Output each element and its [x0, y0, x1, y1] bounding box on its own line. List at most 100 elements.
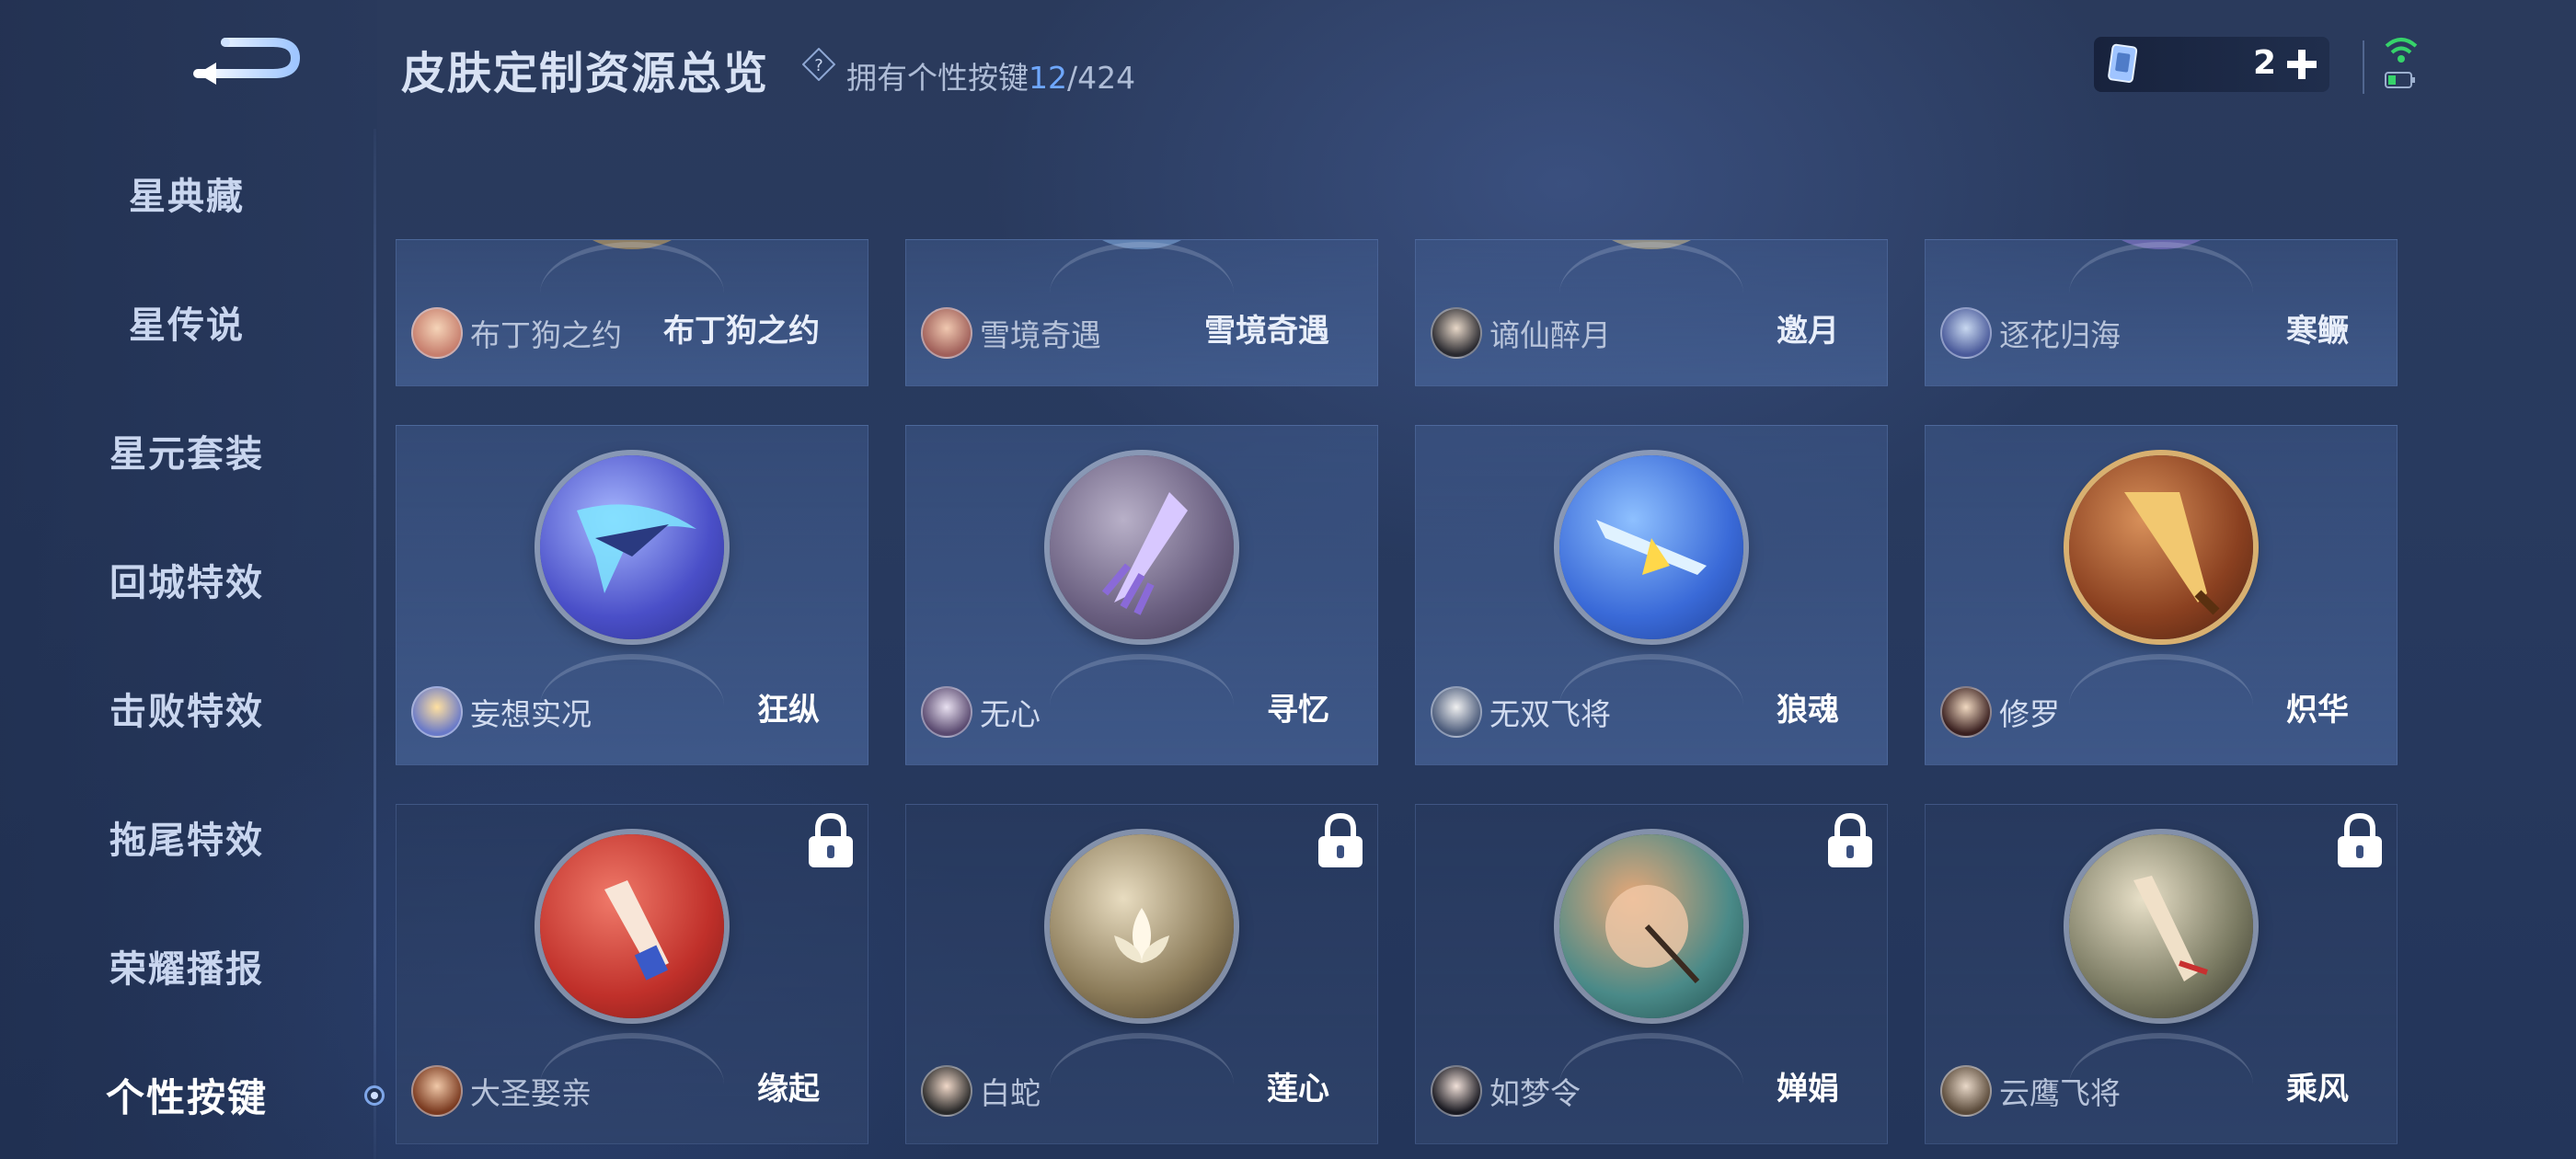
skin-name: 寒鳜: [2286, 313, 2349, 350]
sidebar-item-star-legend[interactable]: 星传说: [0, 285, 374, 359]
skin-card[interactable]: 云鹰飞将 乘风: [1925, 804, 2398, 1144]
sidebar-item-star-collection[interactable]: 星典藏: [0, 156, 374, 230]
fan-icon: [1605, 885, 1700, 984]
sidebar-item-trail-effect[interactable]: 拖尾特效: [0, 800, 374, 874]
skin-card[interactable]: 无心 寻忆: [905, 425, 1378, 765]
hero-name: 如梦令: [1489, 1075, 1581, 1111]
add-currency-icon[interactable]: [2283, 46, 2320, 83]
skin-card[interactable]: 妄想实况 狂纵: [396, 425, 868, 765]
hero-name: 无心: [980, 696, 1041, 732]
emblem-reflection: [2069, 242, 2253, 293]
emblem-reflection: [2069, 654, 2253, 706]
sidebar-item-glory-broadcast[interactable]: 荣耀播报: [0, 929, 374, 1003]
help-icon[interactable]: ?: [801, 47, 836, 82]
avatar: [411, 1065, 463, 1117]
currency-display: 2: [2094, 37, 2329, 92]
avatar: [1431, 307, 1482, 359]
owned-prefix: 拥有个性按键: [846, 60, 1029, 96]
page-title: 皮肤定制资源总览: [401, 48, 770, 99]
hero-info: 妄想实况: [411, 685, 592, 739]
hero-name: 布丁狗之约: [470, 317, 622, 353]
hero-info: 无双飞将: [1431, 685, 1611, 739]
ticket-icon: [2108, 43, 2138, 83]
lotus-icon: [1114, 908, 1169, 963]
sidebar-item-kill-effect[interactable]: 击败特效: [0, 671, 374, 745]
skin-name: 狂纵: [757, 692, 820, 729]
emblem-reflection: [1050, 654, 1234, 706]
skin-card[interactable]: 逐花归海 寒鳜: [1925, 239, 2398, 386]
skin-name: 雪境奇遇: [1204, 313, 1329, 350]
blade-icon: [577, 504, 696, 593]
avatar: [411, 686, 463, 738]
skin-emblem: [1559, 834, 1743, 1018]
skin-emblem: [1050, 455, 1234, 639]
emblem-reflection: [1050, 242, 1234, 293]
battery-icon: [2385, 72, 2415, 88]
skin-card[interactable]: 修罗 炽华: [1925, 425, 2398, 765]
avatar: [1431, 1065, 1482, 1117]
arrow-blade-icon: [1101, 492, 1188, 615]
skin-name: 狼魂: [1777, 692, 1839, 729]
owned-count: 12: [1029, 60, 1067, 96]
sidebar-divider: [374, 129, 376, 1159]
hero-info: 逐花归海: [1940, 306, 2121, 360]
hero-name: 雪境奇遇: [980, 317, 1101, 353]
avatar: [1431, 686, 1482, 738]
skin-name: 布丁狗之约: [663, 313, 820, 350]
lock-icon: [1828, 812, 1872, 867]
spear-icon: [2133, 876, 2208, 981]
hero-info: 谪仙醉月: [1431, 306, 1611, 360]
hero-info: 大圣娶亲: [411, 1064, 592, 1118]
hero-info: 雪境奇遇: [921, 306, 1101, 360]
avatar: [1940, 686, 1992, 738]
skin-card[interactable]: 如梦令 婵娟: [1415, 804, 1888, 1144]
avatar: [921, 686, 972, 738]
skin-name: 缘起: [757, 1071, 820, 1107]
skin-name: 寻忆: [1267, 692, 1329, 729]
sword-icon: [2124, 492, 2220, 615]
skin-emblem: [1559, 455, 1743, 639]
owned-count-label: 拥有个性按键12/424: [846, 53, 1135, 98]
currency-value: 2: [2252, 44, 2276, 82]
skin-card[interactable]: 布丁狗之约 布丁狗之约: [396, 239, 868, 386]
hero-info: 白蛇: [921, 1064, 1041, 1118]
status-divider: [2363, 40, 2364, 94]
lock-icon: [809, 812, 853, 867]
lock-icon: [1318, 812, 1363, 867]
sidebar-item-custom-buttons[interactable]: 个性按键: [0, 1058, 374, 1131]
skin-emblem: [540, 455, 724, 639]
skin-emblem: [540, 834, 724, 1018]
avatar: [921, 1065, 972, 1117]
avatar: [921, 307, 972, 359]
hero-name: 谪仙醉月: [1489, 317, 1611, 353]
hero-info: 如梦令: [1431, 1064, 1581, 1118]
sidebar-item-star-suit[interactable]: 星元套装: [0, 414, 374, 488]
back-arrow-icon: [193, 38, 301, 85]
owned-total: /424: [1067, 60, 1136, 96]
skin-card[interactable]: 大圣娶亲 缘起: [396, 804, 868, 1144]
skin-card[interactable]: 白蛇 莲心: [905, 804, 1378, 1144]
skin-card[interactable]: 谪仙醉月 邀月: [1415, 239, 1888, 386]
svg-text:?: ?: [814, 56, 823, 75]
torch-icon: [604, 880, 669, 981]
hero-name: 大圣娶亲: [470, 1075, 592, 1111]
avatar: [411, 307, 463, 359]
avatar: [1940, 1065, 1992, 1117]
back-button[interactable]: [189, 26, 305, 90]
skin-name: 莲心: [1267, 1071, 1329, 1107]
skin-name: 婵娟: [1777, 1071, 1839, 1107]
avatar: [1940, 307, 1992, 359]
hero-name: 白蛇: [980, 1075, 1041, 1111]
skin-emblem: [1050, 834, 1234, 1018]
skin-card[interactable]: 无双飞将 狼魂: [1415, 425, 1888, 765]
hero-name: 无双飞将: [1489, 696, 1611, 732]
skin-emblem: [2069, 834, 2253, 1018]
emblem-reflection: [1559, 242, 1743, 293]
active-indicator: [364, 1085, 385, 1106]
emblem-reflection: [540, 242, 724, 293]
skin-card[interactable]: 雪境奇遇 雪境奇遇: [905, 239, 1378, 386]
hero-name: 云鹰飞将: [1999, 1075, 2121, 1111]
emblem-reflection: [1559, 1033, 1743, 1084]
lock-icon: [2338, 812, 2382, 867]
sidebar-item-recall-effect[interactable]: 回城特效: [0, 543, 374, 616]
